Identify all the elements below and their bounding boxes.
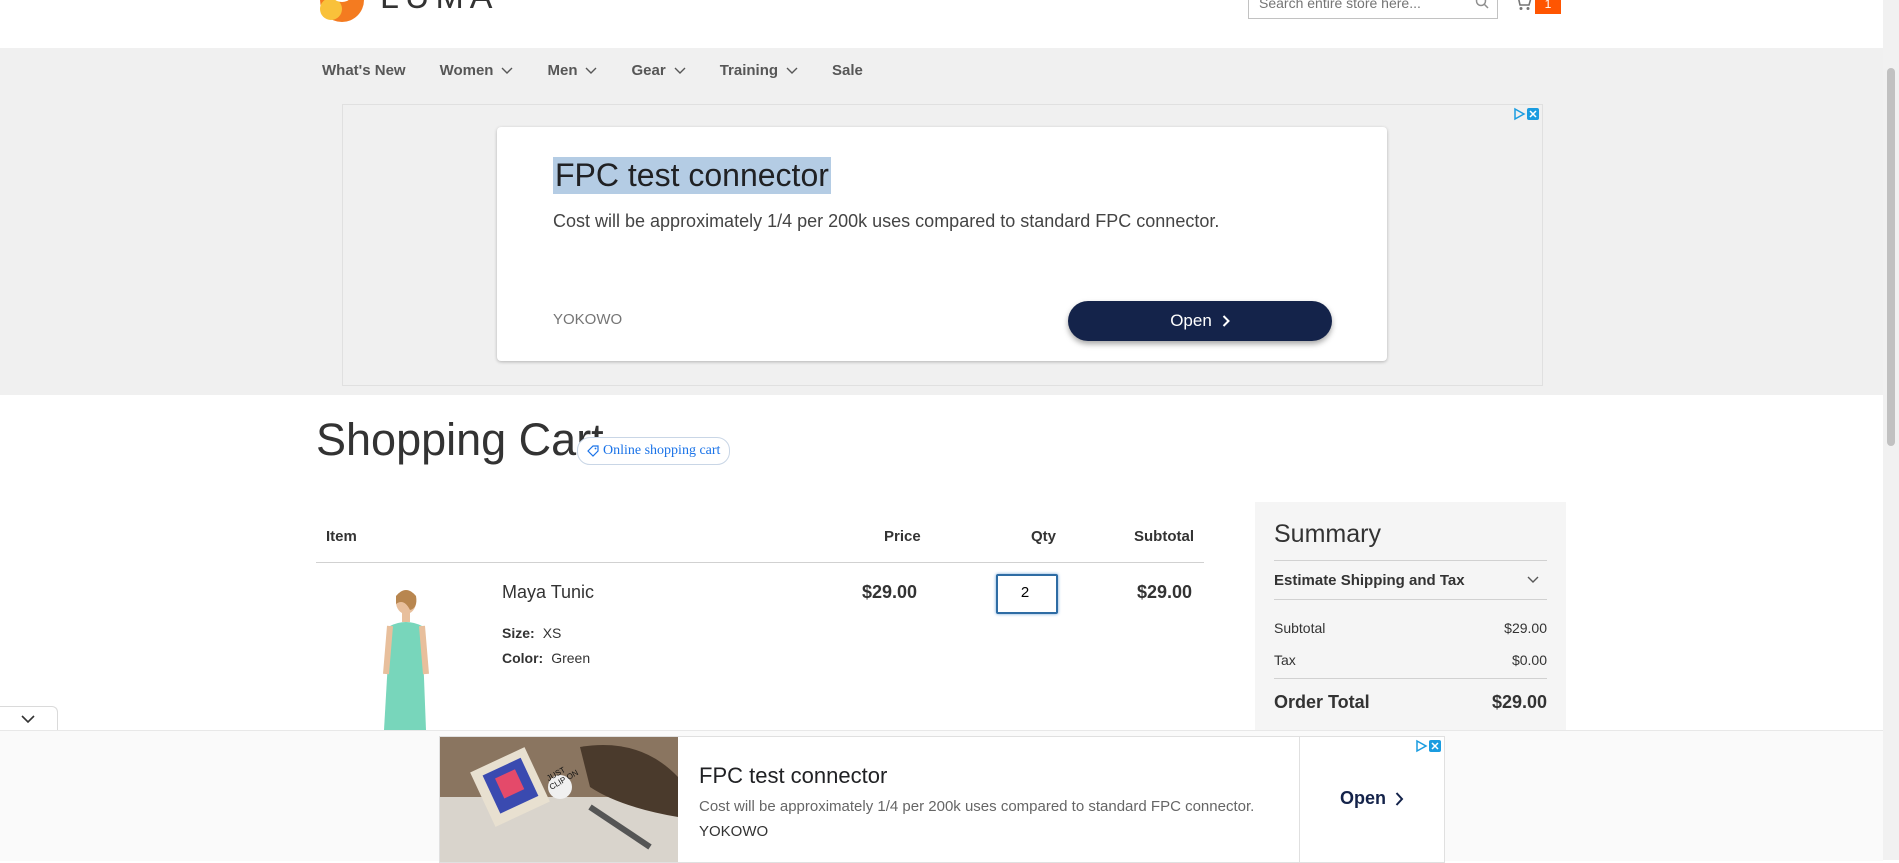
summary-subtotal-value: $29.00 (1504, 620, 1547, 636)
tag-label: Online shopping cart (603, 443, 721, 458)
item-price: $29.00 (862, 582, 918, 602)
bottom-ad-description: Cost will be approximately 1/4 per 200k … (699, 798, 1255, 815)
bottom-ad-brand: YOKOWO (699, 823, 769, 840)
logo-text[interactable]: LUMA (380, 0, 498, 17)
main-nav-band: What's New Women Men Gear Training Sale … (0, 48, 1883, 395)
tag-icon (587, 445, 599, 457)
nav-item-label: What's New (322, 62, 406, 79)
summary-tax-value: $0.00 (1511, 652, 1547, 668)
ad-choices[interactable] (1512, 107, 1540, 121)
order-total-label: Order Total (1274, 692, 1370, 712)
site-header: LUMA 1 (0, 0, 1883, 48)
estimate-shipping-toggle[interactable]: Estimate Shipping and Tax (1274, 560, 1547, 600)
chevron-down-icon (1527, 576, 1539, 583)
chevron-right-icon (1222, 315, 1230, 327)
item-subtotal: $29.00 (1137, 582, 1193, 602)
chevron-down-icon (786, 67, 798, 74)
ad-product-image[interactable]: JUST CLIP ON (440, 737, 678, 862)
luma-logo-icon[interactable] (320, 0, 366, 24)
qty-field-wrapper (996, 574, 1058, 614)
nav-item-label: Sale (832, 62, 863, 79)
nav-item-women[interactable]: Women (440, 62, 514, 79)
nav-item-label: Men (547, 62, 578, 79)
page-title: Shopping Cart (316, 414, 604, 465)
online-cart-tag[interactable]: Online shopping cart (577, 437, 731, 465)
search-input[interactable] (1249, 0, 1459, 15)
qty-input[interactable] (998, 576, 1052, 608)
nav-item-sale[interactable]: Sale (832, 62, 863, 79)
summary-total-row: Order Total $29.00 (1274, 678, 1547, 713)
nav-item-label: Gear (631, 62, 666, 79)
summary-subtotal-label: Subtotal (1274, 620, 1326, 636)
summary-tax-label: Tax (1274, 652, 1296, 668)
nav-item-training[interactable]: Training (720, 62, 798, 79)
ad-play-icon[interactable] (1512, 107, 1526, 121)
cart-icon[interactable] (1514, 0, 1532, 12)
ad-description: Cost will be approximately 1/4 per 200k … (553, 211, 1220, 231)
option-label: Color: (502, 650, 544, 666)
summary-subtotal-row: Subtotal $29.00 (1274, 620, 1547, 636)
chevron-down-icon (501, 67, 513, 74)
column-item: Item (326, 528, 357, 545)
bottom-ad[interactable]: JUST CLIP ON FPC test connector Cost wil… (439, 736, 1445, 863)
page-scrollbar[interactable] (1883, 0, 1899, 860)
ad-close-icon[interactable] (1526, 107, 1540, 121)
order-summary: Summary Estimate Shipping and Tax Subtot… (1255, 502, 1566, 730)
ad-brand: YOKOWO (553, 311, 623, 328)
cart-table-header: Item Price Qty Subtotal (316, 520, 1204, 563)
ad-open-label: Open (1170, 311, 1212, 330)
option-color: Color: Green (502, 650, 590, 666)
search-box (1248, 0, 1498, 19)
product-image[interactable] (360, 584, 444, 730)
cart-count-badge[interactable]: 1 (1535, 0, 1561, 14)
summary-tax-row: Tax $0.00 (1274, 652, 1547, 668)
divider (1299, 737, 1300, 862)
ad-close-icon[interactable] (1428, 739, 1442, 753)
ad-card[interactable]: FPC test connector Cost will be approxim… (497, 127, 1387, 361)
ad-title[interactable]: FPC test connector (553, 157, 831, 194)
nav-item-men[interactable]: Men (547, 62, 597, 79)
nav-item-gear[interactable]: Gear (631, 62, 686, 79)
top-ad: FPC test connector Cost will be approxim… (342, 104, 1543, 386)
column-subtotal: Subtotal (1134, 528, 1194, 545)
option-value: Green (551, 650, 591, 666)
bottom-ad-title[interactable]: FPC test connector (699, 763, 887, 789)
column-qty: Qty (1031, 528, 1057, 545)
product-name[interactable]: Maya Tunic (502, 582, 594, 603)
search-icon[interactable] (1475, 0, 1489, 9)
estimate-label: Estimate Shipping and Tax (1274, 571, 1465, 589)
option-value: XS (542, 625, 562, 641)
order-total-value: $29.00 (1491, 692, 1547, 712)
bottom-ad-open-button[interactable]: Open (1340, 788, 1404, 809)
summary-title: Summary (1274, 520, 1381, 548)
nav-item-label: Women (439, 62, 494, 79)
nav-item-whats-new[interactable]: What's New (322, 62, 406, 79)
option-label: Size: (502, 625, 535, 641)
ad-collapse-tab[interactable] (0, 706, 58, 731)
nav-item-label: Training (719, 62, 779, 79)
chevron-right-icon (1395, 791, 1404, 806)
nav-menu: What's New Women Men Gear Training Sale (322, 62, 897, 79)
option-size: Size: XS (502, 625, 561, 641)
chevron-down-icon (585, 67, 597, 74)
chevron-down-icon (21, 715, 35, 724)
ad-choices[interactable] (1414, 739, 1442, 753)
column-price: Price (884, 528, 921, 545)
scrollbar-thumb[interactable] (1887, 68, 1895, 446)
chevron-down-icon (674, 67, 686, 74)
ad-open-button[interactable]: Open (1068, 301, 1332, 341)
bottom-ad-open-label: Open (1340, 788, 1387, 808)
bottom-ad-bar: JUST CLIP ON FPC test connector Cost wil… (0, 730, 1883, 863)
ad-play-icon[interactable] (1414, 739, 1428, 753)
